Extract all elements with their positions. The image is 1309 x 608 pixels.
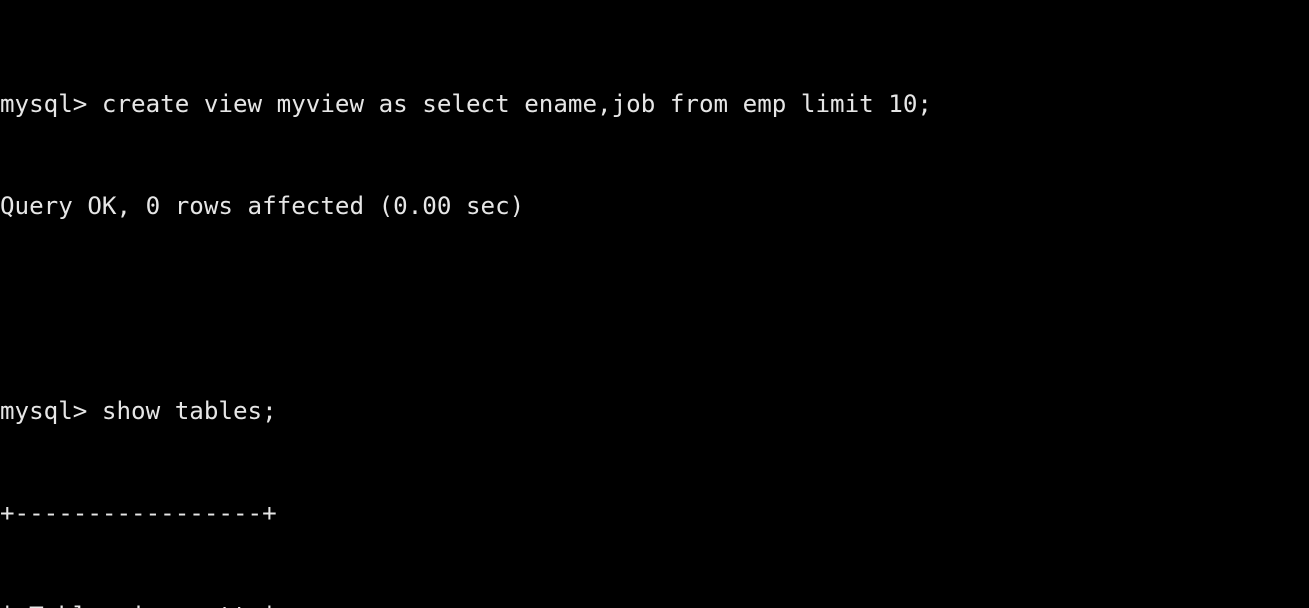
terminal-line-command-create-view: mysql> create view myview as select enam… — [0, 90, 932, 119]
terminal-line-command-show-tables: mysql> show tables; — [0, 397, 277, 426]
table-border-top: +-----------------+ — [0, 499, 277, 528]
table-header-row: | Tables_in_scott | — [0, 599, 932, 608]
terminal-window[interactable]: mysql> create view myview as select enam… — [0, 0, 1309, 608]
terminal-line-status-query-ok: Query OK, 0 rows affected (0.00 sec) — [0, 192, 525, 221]
terminal-screen-buffer[interactable]: mysql> create view myview as select enam… — [0, 19, 932, 608]
